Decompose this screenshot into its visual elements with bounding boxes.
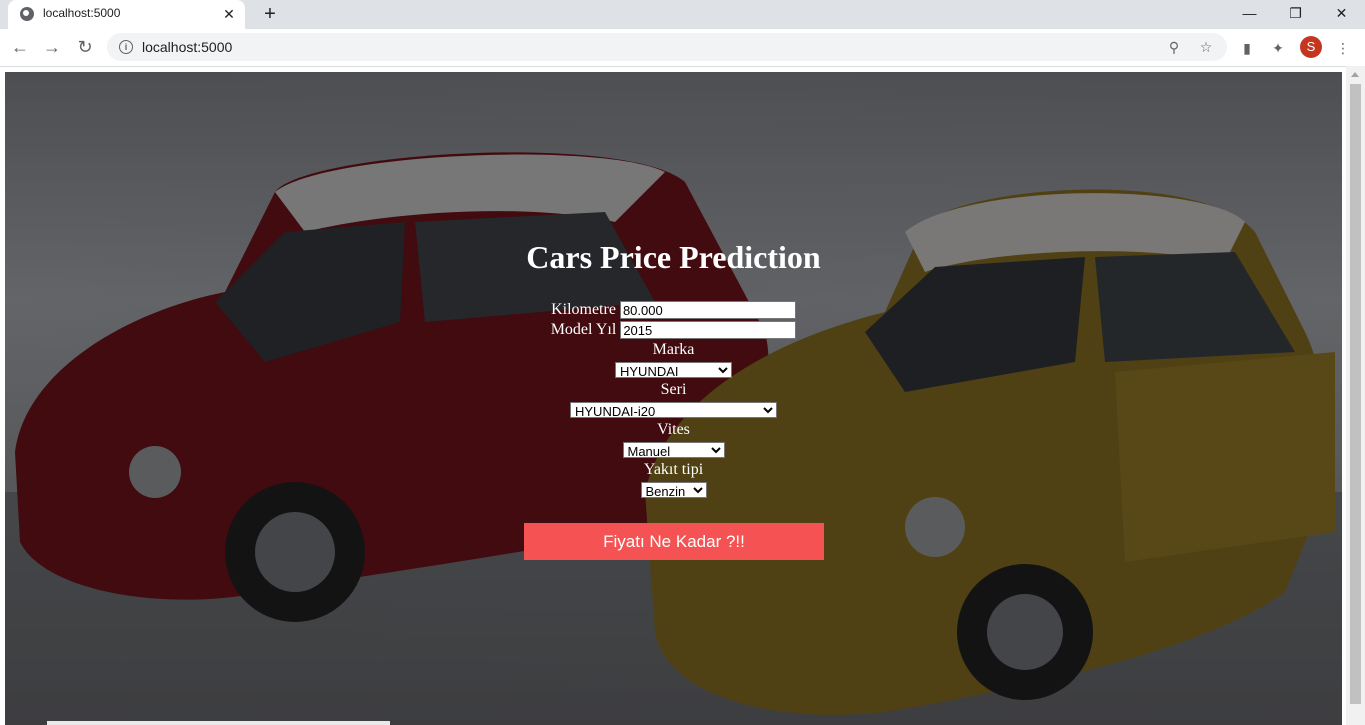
globe-icon (20, 7, 34, 21)
zoom-icon[interactable]: ⚲ (1165, 38, 1183, 56)
browser-tab[interactable]: localhost:5000 ✕ (8, 0, 245, 29)
series-label: Seri (660, 381, 687, 398)
kilometre-input[interactable] (619, 301, 796, 320)
restore-icon[interactable]: ❐ (1273, 0, 1318, 29)
fuel-row: Benzin (5, 480, 1342, 500)
horizontal-scrollbar[interactable] (47, 721, 390, 725)
model-year-input[interactable] (620, 321, 797, 340)
tab-strip: localhost:5000 ✕ + — ❐ ✕ (0, 0, 1365, 29)
gearbox-label: Vites (657, 421, 690, 438)
window-close-icon[interactable]: ✕ (1319, 0, 1364, 29)
brand-label: Marka (652, 341, 695, 358)
brand-row: HYUNDAI (5, 360, 1342, 380)
kilometre-row: Kilometre (5, 300, 1342, 320)
menu-dots-icon[interactable]: ⋮ (1333, 38, 1353, 58)
model-year-label: Model Yıl (550, 321, 617, 338)
browser-toolbar: ← → ↻ i localhost:5000 ⚲ ☆ ▮ ✦ S ⋮ (0, 29, 1365, 67)
forward-arrow-icon[interactable]: → (40, 35, 64, 59)
series-row: HYUNDAI-i20 (5, 400, 1342, 420)
extensions-icon[interactable]: ✦ (1268, 38, 1288, 58)
minimize-icon[interactable]: — (1227, 0, 1272, 29)
star-icon[interactable]: ☆ (1197, 38, 1215, 56)
brand-select[interactable]: HYUNDAI (615, 362, 732, 379)
page-viewport: Cars Price Prediction Kilometre Model Yı… (5, 72, 1342, 725)
scroll-thumb[interactable] (1350, 84, 1361, 704)
close-icon[interactable]: ✕ (219, 4, 239, 24)
fuel-label: Yakıt tipi (643, 461, 704, 478)
plus-icon[interactable]: + (258, 2, 282, 26)
profile-avatar[interactable]: S (1300, 36, 1322, 58)
address-bar[interactable]: i localhost:5000 ⚲ ☆ (107, 33, 1227, 61)
tab-title: localhost:5000 (43, 6, 121, 20)
page-title: Cars Price Prediction (526, 239, 821, 275)
info-icon[interactable]: i (119, 40, 133, 54)
gearbox-select[interactable]: Manuel (622, 442, 725, 459)
fuel-select[interactable]: Benzin (640, 482, 707, 499)
scroll-up-arrow-icon[interactable] (1351, 72, 1359, 77)
reload-icon[interactable]: ↻ (73, 35, 97, 59)
model-year-row: Model Yıl (5, 320, 1342, 340)
gearbox-row: Manuel (5, 440, 1342, 460)
back-arrow-icon[interactable]: ← (8, 35, 32, 59)
vertical-scrollbar[interactable] (1346, 66, 1365, 725)
predict-price-button[interactable]: Fiyatı Ne Kadar ?!! (524, 523, 824, 560)
series-select[interactable]: HYUNDAI-i20 (570, 402, 777, 419)
kilometre-label: Kilometre (551, 301, 616, 318)
analytics-icon[interactable]: ▮ (1237, 38, 1257, 58)
url-text[interactable]: localhost:5000 (142, 39, 232, 55)
